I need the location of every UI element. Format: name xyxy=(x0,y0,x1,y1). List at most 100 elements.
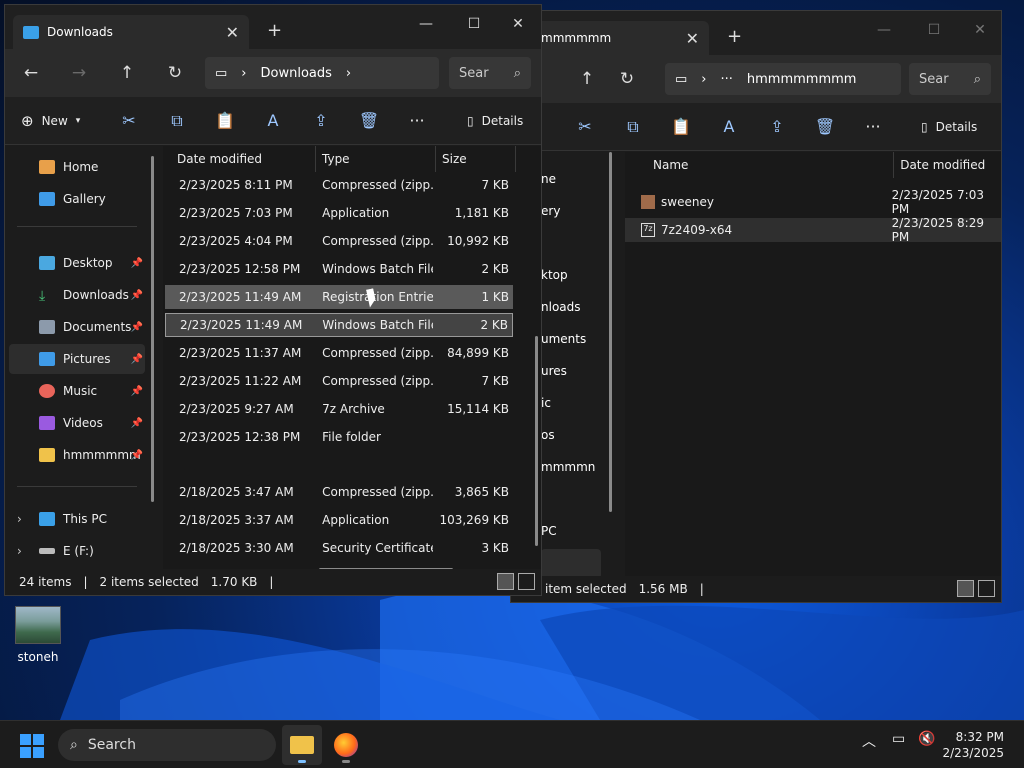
explorer-window-right[interactable]: mmmmmm ✕ + — ☐ ✕ ↑ ↻ ▭ › ··· hmmmmmmmm S… xyxy=(510,10,1002,603)
file-row[interactable]: 2/18/2025 3:30 AM Security Certificate 3 K… xyxy=(165,536,513,560)
sidebar-item-videos[interactable]: Videos 📌 xyxy=(9,408,145,438)
sidebar-item-music[interactable]: Music 📌 xyxy=(9,376,145,406)
sidebar-item-label[interactable]: ne xyxy=(541,172,556,186)
pin-icon[interactable]: 📌 xyxy=(131,290,143,301)
tiles-view-button[interactable] xyxy=(978,580,995,597)
file-row[interactable]: 2/23/2025 4:04 PM Compressed (zipp... 10,9… xyxy=(165,229,513,253)
back-button[interactable]: ← xyxy=(11,57,51,89)
chevron-up-icon[interactable]: ︿ xyxy=(862,731,876,751)
details-button[interactable]: ▯ Details xyxy=(921,120,977,134)
file-row[interactable]: 2/23/2025 11:22 AM Compressed (zipp... 7 K… xyxy=(165,369,513,393)
up-button[interactable]: ↑ xyxy=(567,63,607,95)
close-window-button[interactable]: ✕ xyxy=(495,9,541,39)
tab-downloads[interactable]: Downloads ✕ xyxy=(13,15,249,49)
file-list-scrollbar[interactable] xyxy=(535,336,538,546)
sidebar-item-label[interactable]: ktop xyxy=(541,268,568,282)
firefox-taskbar-button[interactable] xyxy=(326,725,366,765)
start-button[interactable] xyxy=(20,734,44,758)
column-type[interactable]: Type xyxy=(316,146,436,172)
sidebar-item-gallery[interactable]: Gallery xyxy=(9,184,145,214)
maximize-button[interactable]: ☐ xyxy=(911,15,957,45)
copy-icon[interactable]: ⧉ xyxy=(153,105,201,137)
file-row[interactable]: sweeney 2/23/2025 7:03 PM xyxy=(625,188,1001,216)
details-view-button[interactable] xyxy=(957,580,974,597)
pin-icon[interactable]: 📌 xyxy=(131,418,143,429)
paste-icon[interactable]: 📋 xyxy=(657,111,705,143)
sidebar-item-downloads[interactable]: ⤓ Downloads 📌 xyxy=(9,280,145,310)
breadcrumb-hmmm[interactable]: hmmmmmmmm xyxy=(747,72,857,87)
sidebar-item-label[interactable]: ures xyxy=(541,364,567,378)
close-tab-icon[interactable]: ✕ xyxy=(686,29,699,48)
sidebar-item-label[interactable]: os xyxy=(541,428,555,442)
cut-icon[interactable]: ✂ xyxy=(105,105,153,137)
sidebar-scrollbar[interactable] xyxy=(151,156,154,502)
sidebar-item-home[interactable]: Home xyxy=(9,152,145,182)
column-date-modified[interactable]: Date modified xyxy=(894,152,1001,178)
sidebar-item-desktop[interactable]: Desktop 📌 xyxy=(9,248,145,278)
maximize-button[interactable]: ☐ xyxy=(451,9,497,39)
pin-icon[interactable]: 📌 xyxy=(131,354,143,365)
column-name[interactable]: Name xyxy=(625,152,895,178)
system-clock[interactable]: 8:32 PM 2/23/2025 xyxy=(942,729,1004,761)
address-bar[interactable]: ▭ › Downloads › xyxy=(205,57,439,89)
file-row[interactable]: 2/23/2025 11:49 AM Registration Entries 1 … xyxy=(165,285,513,309)
file-row[interactable]: 7z 7z2409-x64 2/23/2025 8:29 PM xyxy=(625,216,1001,244)
more-icon[interactable]: ··· xyxy=(721,72,733,87)
sidebar-scrollbar[interactable] xyxy=(609,152,612,512)
sidebar-item-pictures[interactable]: Pictures 📌 xyxy=(9,344,145,374)
details-view-button[interactable] xyxy=(497,573,514,590)
up-button[interactable]: ↑ xyxy=(107,57,147,89)
minimize-button[interactable]: — xyxy=(861,15,907,45)
refresh-button[interactable]: ↻ xyxy=(155,57,195,89)
sidebar-item-documents[interactable]: Documents 📌 xyxy=(9,312,145,342)
file-row[interactable]: 2/18/2025 3:37 AM Application 103,269 KB xyxy=(165,508,513,532)
more-options-icon[interactable]: ··· xyxy=(393,105,441,137)
sidebar-item-thispc[interactable]: › This PC xyxy=(9,504,145,534)
more-options-icon[interactable]: ··· xyxy=(849,111,897,143)
new-button[interactable]: ⊕ New ▾ xyxy=(21,112,105,130)
share-icon[interactable]: ⇪ xyxy=(297,105,345,137)
sidebar-selected-item[interactable] xyxy=(541,549,601,579)
close-tab-icon[interactable]: ✕ xyxy=(226,23,239,42)
sidebar-item-label[interactable]: uments xyxy=(541,332,586,346)
desktop-icon-stoneh[interactable]: stoneh xyxy=(10,602,66,664)
file-row[interactable]: 2/23/2025 9:27 AM 7z Archive 15,114 KB xyxy=(165,397,513,421)
sidebar-item-label[interactable]: PC xyxy=(541,524,557,538)
sidebar-item-label[interactable]: mmmmn xyxy=(541,460,595,474)
cut-icon[interactable]: ✂ xyxy=(561,111,609,143)
new-tab-button[interactable]: + xyxy=(267,20,282,41)
file-row[interactable]: 2/23/2025 7:03 PM Application 1,181 KB xyxy=(165,201,513,225)
file-explorer-taskbar-button[interactable] xyxy=(282,725,322,765)
taskbar-search[interactable]: ⌕ Search xyxy=(58,729,276,761)
file-row[interactable]: 2/23/2025 8:11 PM Compressed (zipp... 7 KB xyxy=(165,173,513,197)
details-button[interactable]: ▯ Details xyxy=(467,114,523,128)
new-tab-button[interactable]: + xyxy=(727,26,742,47)
column-size[interactable]: Size xyxy=(436,146,516,172)
pin-icon[interactable]: 📌 xyxy=(131,258,143,269)
network-icon[interactable]: ▭ xyxy=(892,731,905,747)
expand-chevron-icon[interactable]: › xyxy=(17,544,22,558)
share-icon[interactable]: ⇪ xyxy=(753,111,801,143)
refresh-button[interactable]: ↻ xyxy=(607,63,647,95)
sidebar-item-hmmm[interactable]: hmmmmmm 📌 xyxy=(9,440,145,470)
sidebar-item-label[interactable]: ic xyxy=(541,396,551,410)
file-row[interactable]: 2/23/2025 11:49 AM Windows Batch File 2 KB xyxy=(165,313,513,337)
volume-muted-icon[interactable]: 🔇 xyxy=(918,731,935,747)
expand-chevron-icon[interactable]: › xyxy=(17,512,22,526)
pin-icon[interactable]: 📌 xyxy=(131,450,143,461)
minimize-button[interactable]: — xyxy=(403,9,449,39)
address-bar[interactable]: ▭ › ··· hmmmmmmmm xyxy=(665,63,901,95)
sidebar-item-edrive[interactable]: › E (F:) xyxy=(9,536,145,566)
breadcrumb-downloads[interactable]: Downloads xyxy=(261,66,332,81)
column-date-modified[interactable]: Date modified xyxy=(163,146,316,172)
tiles-view-button[interactable] xyxy=(518,573,535,590)
delete-icon[interactable]: 🗑 xyxy=(345,105,393,137)
close-window-button[interactable]: ✕ xyxy=(957,15,1001,45)
explorer-window-downloads[interactable]: Downloads ✕ + — ☐ ✕ ← → ↑ ↻ ▭ › Download… xyxy=(4,4,542,596)
pin-icon[interactable]: 📌 xyxy=(131,386,143,397)
delete-icon[interactable]: 🗑 xyxy=(801,111,849,143)
file-row[interactable]: 2/23/2025 12:58 PM Windows Batch File 2 KB xyxy=(165,257,513,281)
forward-button[interactable]: → xyxy=(59,57,99,89)
file-row[interactable]: 2/23/2025 11:37 AM Compressed (zipp... 84,… xyxy=(165,341,513,365)
rename-icon[interactable]: A xyxy=(249,105,297,137)
